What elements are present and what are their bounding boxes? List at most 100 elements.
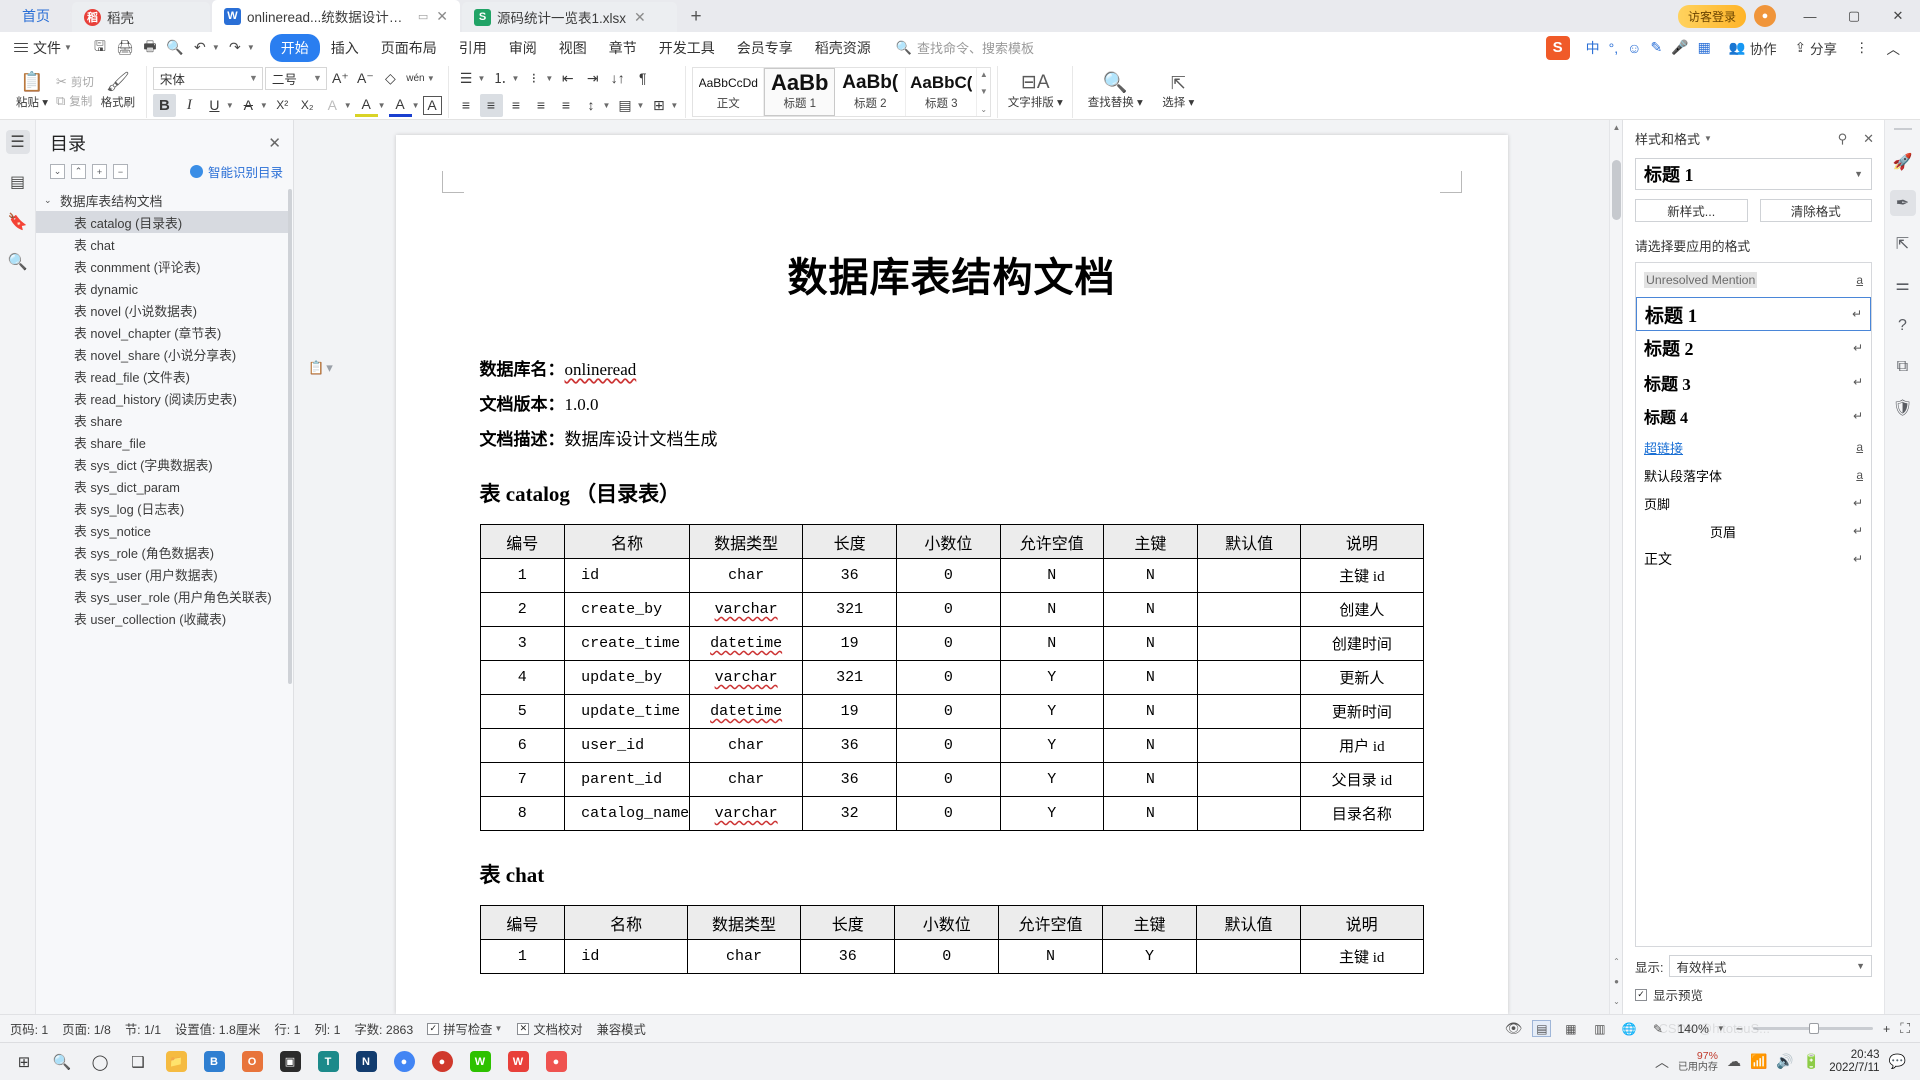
pinyin-guide-button[interactable]: wén	[404, 67, 427, 90]
pin-icon[interactable]: ⚲	[1838, 131, 1848, 147]
home-tab[interactable]: 首页	[0, 0, 72, 32]
tab-page-layout[interactable]: 页面布局	[370, 34, 448, 62]
outline-item-novel-chapter[interactable]: 表 novel_chapter (章节表)	[36, 321, 290, 343]
style-item-heading-1[interactable]: 标题 1 ↵	[1636, 297, 1871, 331]
decrease-indent-button[interactable]: ⇤	[556, 67, 579, 90]
outline-item-sys-user[interactable]: 表 sys_user (用户数据表)	[36, 563, 290, 585]
close-icon[interactable]: ✕	[268, 134, 281, 152]
bookmark-panel-icon[interactable]: 🔖	[6, 210, 30, 234]
status-column[interactable]: 列: 1	[314, 1020, 340, 1038]
status-compat-mode[interactable]: 兼容模式	[597, 1020, 646, 1038]
tab-start[interactable]: 开始	[269, 33, 320, 62]
chevron-down-icon[interactable]: ▼	[378, 101, 386, 110]
chevron-down-icon[interactable]: ▼	[344, 101, 352, 110]
document-page[interactable]: 数据库表结构文档 数据库名：onlineread 文档版本：1.0.0 文档描述…	[395, 135, 1508, 1014]
style-item-body-text[interactable]: 正文 ↵	[1636, 545, 1871, 573]
chevron-down-icon[interactable]: ▼	[670, 101, 678, 110]
styles-gallery-scroll[interactable]: ▲ ▼ ⌄	[977, 68, 990, 116]
bold-button[interactable]: B	[152, 93, 176, 117]
outline-item-share[interactable]: 表 share	[36, 409, 290, 431]
style-heading-2[interactable]: AaBb( 标题 2	[835, 67, 907, 116]
font-color-button[interactable]: A	[388, 94, 412, 117]
table-row[interactable]: 6 user_id char 36 0 Y N 用户 id	[479, 728, 1424, 763]
tab-restore-icon[interactable]: ▭	[418, 10, 428, 23]
tab-chapter[interactable]: 章节	[598, 34, 648, 62]
settings-sliders-icon[interactable]: ⚌	[1890, 272, 1916, 298]
maximize-button[interactable]: ▢	[1832, 0, 1876, 32]
multilevel-list-button[interactable]: ⁝	[522, 67, 545, 90]
paste-button[interactable]: 📋 粘贴 ▾	[10, 73, 54, 110]
tab-developer-tools[interactable]: 开发工具	[648, 34, 726, 62]
file-explorer-icon[interactable]: 📁	[158, 1045, 194, 1079]
app-pink-icon[interactable]: ●	[538, 1045, 574, 1079]
grow-font-button[interactable]: A⁺	[329, 67, 352, 90]
preview-icon[interactable]: 🔍	[164, 37, 186, 59]
bulleted-list-button[interactable]: ☰	[455, 67, 478, 90]
chevron-down-icon[interactable]: ▼	[511, 74, 519, 83]
view-web-button[interactable]: 🌐	[1619, 1020, 1638, 1037]
show-filter-select[interactable]: 有效样式 ▼	[1669, 955, 1872, 977]
shield-icon[interactable]: 🛡	[1890, 395, 1916, 421]
status-page-number[interactable]: 页码: 1	[10, 1020, 48, 1038]
view-reading-button[interactable]: ▥	[1590, 1020, 1609, 1037]
outline-item-sys-dict[interactable]: 表 sys_dict (字典数据表)	[36, 453, 290, 475]
style-item-header[interactable]: 页眉 ↵	[1636, 517, 1871, 545]
styles-brush-icon[interactable]: ✒	[1889, 190, 1916, 216]
styles-list[interactable]: Unresolved Mention a 标题 1 ↵ 标题 2 ↵ 标题 3 …	[1635, 262, 1872, 947]
taskbar-clock[interactable]: 20:43 2022/7/11	[1829, 1049, 1879, 1075]
chevron-down-icon[interactable]: ▼	[545, 74, 553, 83]
scroll-up-icon[interactable]: ▲	[1610, 123, 1622, 132]
microphone-icon[interactable]: 🎤	[1671, 39, 1688, 56]
select-button[interactable]: ⇱ 选择 ▾	[1153, 73, 1203, 110]
table-row[interactable]: 7 parent_id char 36 0 Y N 父目录 id	[479, 762, 1424, 797]
strikethrough-button[interactable]: A	[237, 94, 260, 117]
scrollbar-thumb[interactable]	[1612, 160, 1621, 220]
new-style-button[interactable]: 新样式...	[1635, 199, 1748, 222]
promote-button[interactable]: +	[92, 164, 107, 179]
sogou-ime-icon[interactable]: S	[1545, 35, 1570, 60]
collapse-all-button[interactable]: ⌃	[71, 164, 86, 179]
status-word-count[interactable]: 字数: 2863	[354, 1020, 413, 1038]
style-item-default-paragraph-font[interactable]: 默认段落字体 a	[1636, 461, 1871, 489]
status-pages[interactable]: 页面: 1/8	[62, 1020, 111, 1038]
style-item-unresolved-mention[interactable]: Unresolved Mention a	[1636, 263, 1871, 297]
outline-item-sys-log[interactable]: 表 sys_log (日志表)	[36, 497, 290, 519]
font-family-select[interactable]: 宋体 ▼	[152, 66, 263, 90]
text-typeset-button[interactable]: ⊟A 文字排版 ▾	[1004, 73, 1066, 110]
tab-docer-resources[interactable]: 稻壳资源	[804, 34, 882, 62]
cloud-sync-icon[interactable]: ☁	[1727, 1053, 1741, 1070]
chrome-icon[interactable]: ●	[386, 1045, 422, 1079]
app-teal-icon[interactable]: T	[310, 1045, 346, 1079]
align-right-button[interactable]: ≡	[505, 94, 528, 117]
app-orange-icon[interactable]: O	[234, 1045, 270, 1079]
volume-icon[interactable]: 🔊	[1776, 1053, 1793, 1070]
pen-icon[interactable]: ✎	[1650, 39, 1662, 56]
distribute-button[interactable]: ≡	[555, 94, 578, 117]
text-effects-button[interactable]: A	[321, 94, 344, 117]
tab-close-icon[interactable]: ✕	[434, 8, 450, 25]
rocket-icon[interactable]: 🚀	[1890, 149, 1916, 175]
justify-button[interactable]: ≡	[530, 94, 553, 117]
taskbar-search-icon[interactable]: 🔍	[44, 1045, 80, 1079]
outline-item-novel-share[interactable]: 表 novel_share (小说分享表)	[36, 343, 290, 365]
outline-item-novel[interactable]: 表 novel (小说数据表)	[36, 299, 290, 321]
start-button[interactable]: ⊞	[6, 1045, 42, 1079]
table-chat[interactable]: 编号 名称 数据类型 长度 小数位 允许空值 主键 默认值 说明 1 id ch…	[479, 905, 1424, 974]
avatar[interactable]: ●	[1754, 5, 1776, 27]
styles-expand-icon[interactable]: ⌄	[980, 105, 987, 114]
search-panel-icon[interactable]: 🔍	[6, 250, 30, 274]
outline-item-sys-user-role[interactable]: 表 sys_user_role (用户角色关联表)	[36, 585, 290, 607]
ime-chinese-label[interactable]: 中	[1586, 38, 1600, 58]
underline-button[interactable]: U	[203, 94, 226, 117]
memory-indicator[interactable]: 97% 已用内存	[1678, 1050, 1718, 1073]
fit-page-icon[interactable]: ⛶	[1900, 1020, 1910, 1037]
close-button[interactable]: ✕	[1876, 0, 1920, 32]
numbered-list-button[interactable]: ⒈	[488, 67, 511, 90]
character-border-button[interactable]: A	[422, 95, 442, 115]
style-item-heading-3[interactable]: 标题 3 ↵	[1636, 365, 1871, 399]
tab-document-active[interactable]: W onlineread...统数据设计文档1.1 ▭ ✕	[212, 0, 460, 32]
chevron-down-icon[interactable]: ▼	[427, 74, 435, 83]
smart-outline-button[interactable]: 智能识别目录	[189, 162, 283, 181]
sort-button[interactable]: ↓↑	[606, 67, 629, 90]
shrink-font-button[interactable]: A⁻	[354, 67, 377, 90]
